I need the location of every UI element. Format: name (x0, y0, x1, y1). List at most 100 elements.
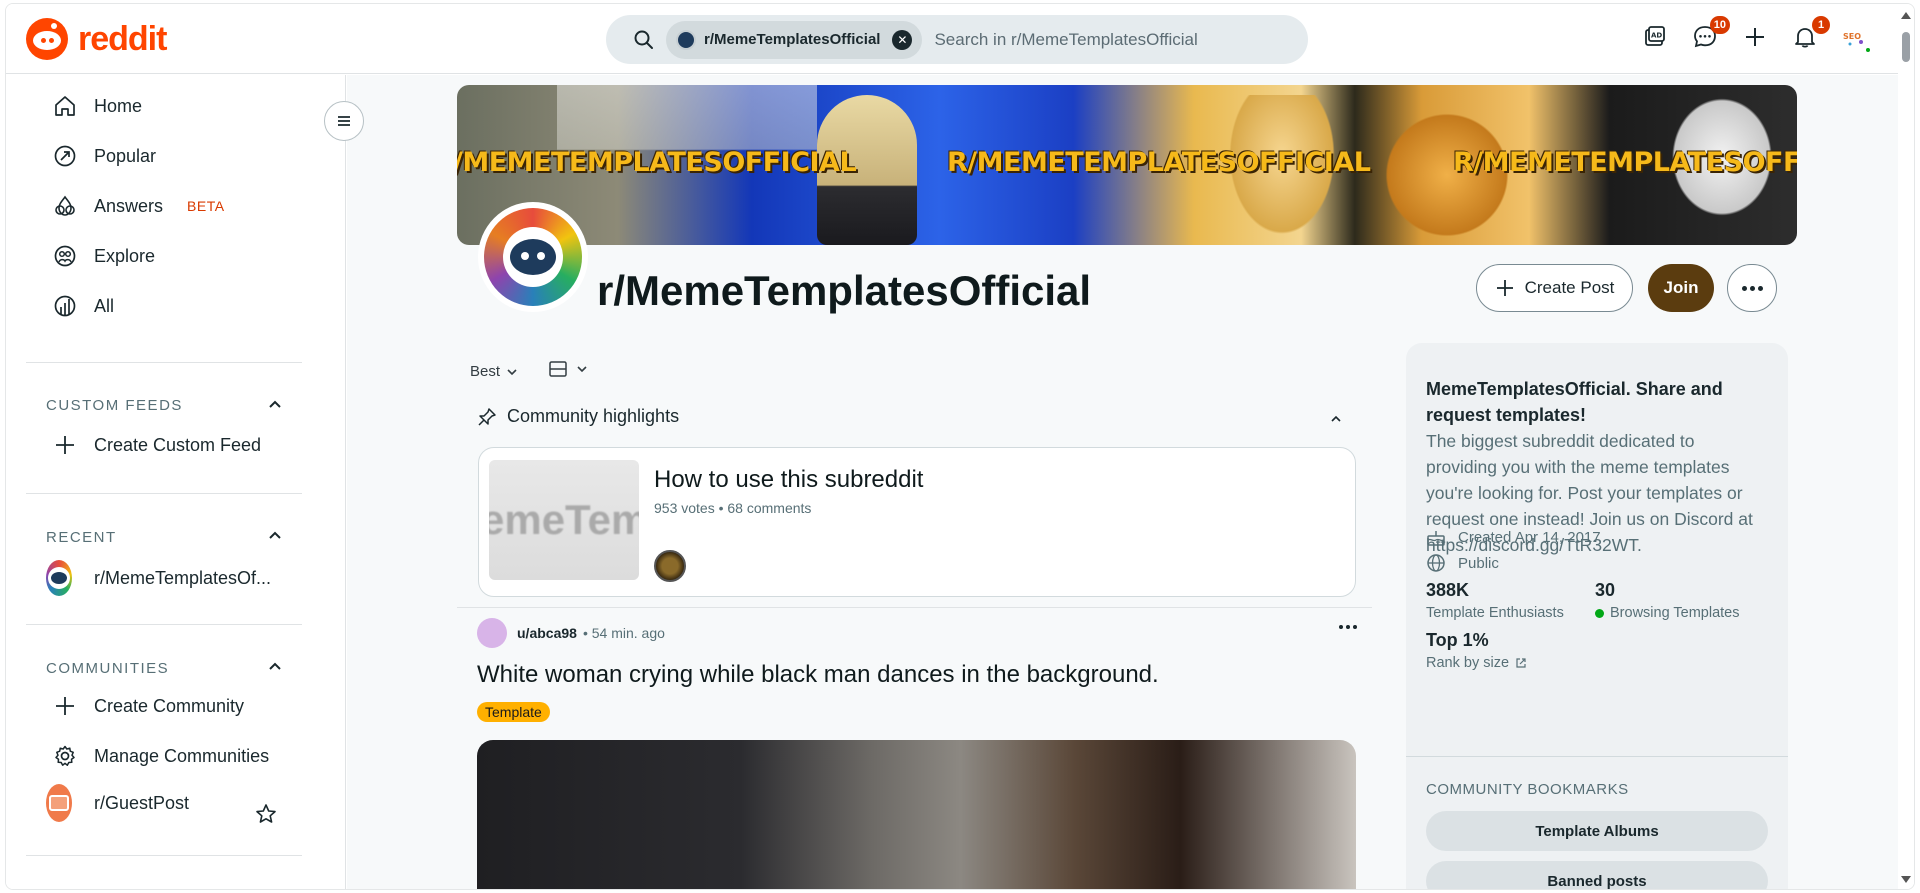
create-icon[interactable] (1740, 22, 1770, 52)
create-post-button[interactable]: Create Post (1476, 264, 1633, 312)
user-avatar[interactable]: SEO (1840, 22, 1872, 54)
globe-icon (1427, 554, 1445, 572)
search-bar[interactable]: r/MemeTemplatesOfficial ✕ Search in r/Me… (606, 15, 1308, 64)
members-label: Template Enthusiasts (1426, 605, 1564, 621)
online-count: 30 (1595, 580, 1616, 600)
top-header: reddit r/MemeTemplatesOfficial ✕ Search … (6, 4, 1900, 74)
explore-icon (52, 243, 78, 269)
home-icon (52, 93, 78, 119)
chevron-down-icon (507, 368, 517, 375)
search-input[interactable]: Search in r/MemeTemplatesOfficial (934, 30, 1197, 50)
create-custom-feed-button[interactable]: Create Custom Feed (52, 432, 261, 458)
search-icon (622, 18, 666, 62)
clear-scope-icon[interactable]: ✕ (892, 29, 913, 50)
community-banner: /MEMETEMPLATESOFFICIAL R/MEMETEMPLATESOF… (457, 85, 1797, 245)
post-author[interactable]: u/abca98 (517, 625, 577, 641)
online-status-dot (1864, 46, 1872, 54)
manage-communities-button[interactable]: Manage Communities (52, 743, 269, 769)
chat-icon[interactable]: 10 (1690, 16, 1730, 52)
community-item-guestpost[interactable]: r/GuestPost (46, 784, 190, 822)
highlight-card[interactable]: emeTemp How to use this subreddit 953 vo… (478, 447, 1356, 597)
community-item-label: r/GuestPost (94, 792, 190, 813)
post-options-button[interactable] (1339, 625, 1357, 629)
sidebar-item-label: All (94, 295, 115, 316)
sidebar-item-answers[interactable]: Answers BETA (52, 193, 225, 219)
guestpost-avatar-icon (46, 784, 72, 822)
online-label-row: Browsing Templates (1595, 605, 1740, 621)
card-view-icon (549, 361, 567, 377)
collapse-sidebar-button[interactable] (324, 101, 364, 141)
divider (26, 855, 302, 856)
chevron-up-icon[interactable] (268, 659, 282, 673)
scroll-up-arrow[interactable] (1901, 12, 1911, 19)
notification-badge: 1 (1812, 16, 1830, 34)
all-icon (52, 293, 78, 319)
manage-communities-label: Manage Communities (94, 745, 270, 766)
community-avatar (478, 202, 588, 312)
visibility-label: Public (1458, 554, 1499, 572)
sidebar-item-home[interactable]: Home (52, 93, 142, 119)
highlight-author-avatar (654, 550, 686, 582)
post-image[interactable] (477, 740, 1356, 889)
created-date: Created Apr 14, 2017 (1458, 528, 1601, 546)
recent-item-memetemplates[interactable]: r/MemeTemplatesOf... (46, 560, 272, 596)
menu-icon (338, 116, 350, 126)
community-avatar-icon (676, 29, 696, 50)
communities-title[interactable]: COMMUNITIES (46, 660, 169, 677)
bookmarks-title: COMMUNITY BOOKMARKS (1426, 781, 1629, 798)
about-title: MemeTemplatesOfficial. Share and request… (1426, 379, 1723, 425)
post-title[interactable]: White woman crying while black man dance… (477, 661, 1159, 689)
more-options-button[interactable] (1727, 264, 1777, 312)
pin-icon (478, 407, 496, 426)
external-link-icon (1516, 658, 1526, 668)
community-avatar-icon (46, 560, 72, 596)
sidebar-item-explore[interactable]: Explore (52, 243, 155, 269)
page-scrollbar[interactable] (1898, 4, 1914, 889)
scroll-thumb[interactable] (1902, 32, 1910, 62)
community-name: r/MemeTemplatesOfficial (597, 267, 1092, 314)
plus-icon (52, 693, 78, 719)
browser-frame: reddit r/MemeTemplatesOfficial ✕ Search … (5, 3, 1915, 890)
sort-label: Best (470, 363, 501, 380)
left-sidebar: Home Popular Answers BETA Explore All CU… (6, 75, 346, 889)
community-highlights-header[interactable]: Community highlights (477, 406, 679, 427)
banner-text: R/MEMETEMPLATESOFFICIA (1453, 147, 1797, 178)
plus-icon (52, 432, 78, 458)
recent-item-label: r/MemeTemplatesOf... (94, 567, 272, 588)
svg-text:AD: AD (1651, 32, 1662, 40)
post-flair[interactable]: Template (477, 702, 550, 722)
recent-title[interactable]: RECENT (46, 529, 117, 546)
chevron-up-icon[interactable] (268, 397, 282, 411)
create-post-label: Create Post (1524, 278, 1615, 297)
bookmark-banned-posts[interactable]: Banned posts (1426, 861, 1768, 889)
chevron-up-icon[interactable] (1330, 413, 1342, 425)
reddit-logo[interactable]: reddit (26, 18, 167, 60)
sort-dropdown[interactable]: Best (470, 363, 518, 380)
custom-feeds-title[interactable]: CUSTOM FEEDS (46, 397, 183, 414)
notification-bell-icon[interactable]: 1 (1790, 16, 1830, 52)
banner-text: R/MEMETEMPLATESOFFICIAL (947, 147, 1371, 178)
create-community-button[interactable]: Create Community (52, 693, 244, 719)
scroll-down-arrow[interactable] (1901, 876, 1911, 883)
post-author-avatar[interactable] (477, 618, 507, 648)
highlight-title[interactable]: How to use this subreddit (654, 466, 923, 494)
advertise-icon[interactable]: AD (1640, 22, 1670, 52)
answers-icon (52, 193, 78, 219)
view-dropdown[interactable] (548, 359, 588, 379)
created-row: Created Apr 14, 2017 (1426, 527, 1601, 547)
search-scope-chip[interactable]: r/MemeTemplatesOfficial ✕ (666, 20, 923, 59)
chevron-up-icon[interactable] (268, 528, 282, 542)
star-icon[interactable] (255, 803, 277, 825)
beta-badge: BETA (187, 198, 225, 214)
rank-link[interactable]: Rank by size (1426, 655, 1527, 671)
sidebar-item-all[interactable]: All (52, 293, 114, 319)
sidebar-item-popular[interactable]: Popular (52, 143, 156, 169)
post-time: • 54 min. ago (582, 625, 665, 641)
divider (457, 607, 1372, 608)
post-meta: u/abca98 • 54 min. ago (477, 618, 665, 648)
chevron-down-icon (577, 366, 587, 373)
divider (26, 493, 302, 494)
divider (26, 624, 302, 625)
join-button[interactable]: Join (1648, 264, 1714, 312)
bookmark-template-albums[interactable]: Template Albums (1426, 811, 1768, 851)
